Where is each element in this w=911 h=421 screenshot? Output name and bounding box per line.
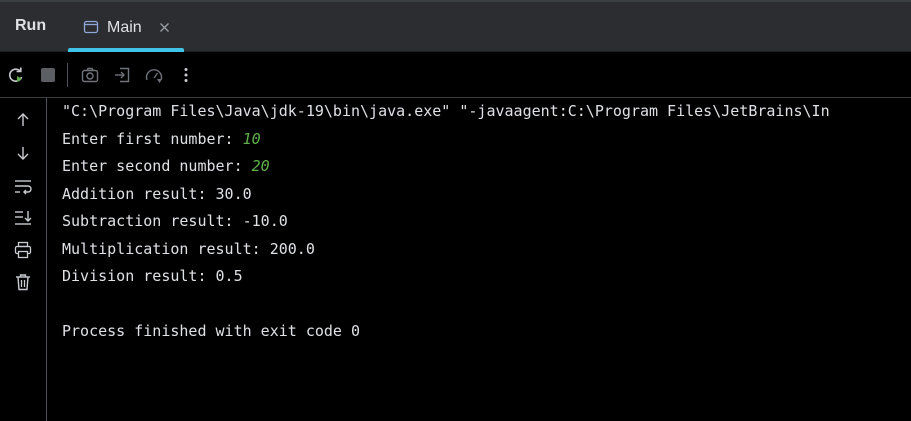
print-icon[interactable] bbox=[13, 240, 33, 260]
console-line-division: Division result: 0.5 bbox=[62, 267, 243, 285]
run-tool-window-header: Run Main bbox=[0, 0, 911, 52]
console-output[interactable]: "C:\Program Files\Java\jdk-19\bin\java.e… bbox=[62, 98, 911, 421]
more-icon[interactable] bbox=[176, 65, 196, 85]
console-line-prompt-first: Enter first number: 10 bbox=[62, 129, 261, 149]
scroll-to-end-icon[interactable] bbox=[13, 208, 33, 228]
console-line-addition: Addition result: 30.0 bbox=[62, 185, 252, 203]
close-icon[interactable] bbox=[158, 21, 171, 34]
user-input-second: 20 bbox=[251, 157, 270, 175]
console-line-exit: Process finished with exit code 0 bbox=[62, 322, 361, 340]
profiler-icon[interactable] bbox=[144, 65, 164, 85]
run-toolbar bbox=[0, 52, 911, 98]
console-line-multiplication: Multiplication result: 200.0 bbox=[62, 240, 315, 258]
console-icon bbox=[83, 20, 99, 34]
console-line-prompt-second: Enter second number: 20 bbox=[62, 156, 270, 176]
console-line-subtraction: Subtraction result: -10.0 bbox=[62, 212, 288, 230]
rerun-icon[interactable] bbox=[6, 65, 26, 85]
console-line-command: "C:\Program Files\Java\jdk-19\bin\java.e… bbox=[62, 102, 830, 120]
tool-window-title: Run bbox=[15, 17, 47, 34]
toolbar-separator bbox=[67, 63, 68, 87]
console-side-toolbar bbox=[0, 98, 47, 421]
tab-main[interactable]: Main bbox=[68, 8, 184, 52]
arrow-down-icon[interactable] bbox=[13, 143, 33, 163]
stop-icon[interactable] bbox=[38, 65, 58, 85]
prompt-text: Enter first number: bbox=[62, 130, 243, 148]
tab-main-label: Main bbox=[107, 19, 142, 36]
exit-icon[interactable] bbox=[112, 65, 132, 85]
soft-wrap-icon[interactable] bbox=[13, 176, 33, 196]
prompt-text: Enter second number: bbox=[62, 157, 252, 175]
top-strip bbox=[0, 0, 911, 2]
trash-icon[interactable] bbox=[13, 272, 33, 292]
camera-icon[interactable] bbox=[80, 65, 100, 85]
user-input-first: 10 bbox=[242, 130, 261, 148]
arrow-up-icon[interactable] bbox=[13, 110, 33, 130]
